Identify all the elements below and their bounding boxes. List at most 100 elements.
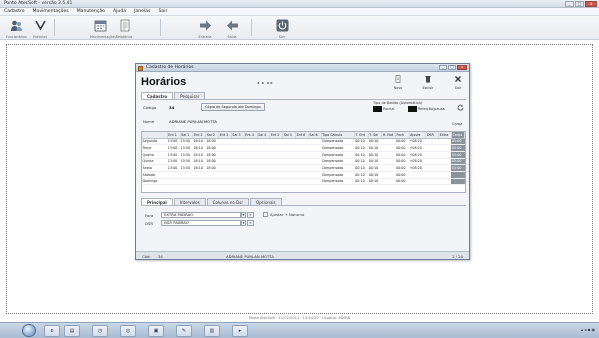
grid-cell[interactable] bbox=[308, 151, 322, 159]
dsr-dropdown-button[interactable]: ▾ bbox=[241, 220, 246, 226]
dialog-minimize-button[interactable]: _ bbox=[439, 65, 447, 70]
grid-cell[interactable] bbox=[438, 171, 452, 179]
toolbar-movimentacoes-button[interactable]: Movimentações bbox=[90, 19, 116, 39]
grid-cell[interactable]: 18:00 bbox=[205, 144, 219, 152]
grid-cell[interactable]: 16:10 bbox=[192, 164, 206, 172]
grid-cell[interactable] bbox=[167, 178, 181, 186]
grid-cell[interactable] bbox=[269, 138, 283, 146]
grid-cell[interactable] bbox=[282, 138, 296, 146]
grid-cell[interactable] bbox=[244, 158, 258, 166]
grid-cell[interactable]: 15:50 bbox=[180, 144, 193, 152]
ajustar-noturno-checkbox[interactable] bbox=[263, 212, 268, 217]
grid-cell[interactable] bbox=[409, 171, 426, 179]
grid-cell[interactable] bbox=[308, 138, 322, 146]
toolbar-relatorios-button[interactable]: Relatórios bbox=[114, 19, 134, 39]
grid-cell[interactable]: Compensado bbox=[321, 171, 355, 179]
grid-cell[interactable] bbox=[381, 151, 396, 159]
grid-cell[interactable]: 00:00 bbox=[395, 164, 410, 172]
grid-cell[interactable] bbox=[167, 171, 181, 179]
grid-cell[interactable] bbox=[269, 158, 283, 166]
grid-cell[interactable] bbox=[381, 164, 396, 172]
grid-day-cell[interactable]: Terça bbox=[142, 144, 168, 152]
grid-day-cell[interactable]: Quarta bbox=[142, 151, 168, 159]
grid-cell[interactable] bbox=[425, 164, 439, 172]
menu-ajuda[interactable]: Ajuda bbox=[113, 9, 126, 14]
toolbar-entrada-button[interactable]: Entrada bbox=[195, 19, 215, 39]
grid-cell[interactable] bbox=[425, 144, 439, 152]
grid-cell[interactable]: 00:10 bbox=[354, 178, 369, 186]
tab-colunas-dsr[interactable]: Colunas no Dsr bbox=[206, 198, 249, 205]
grid-cell[interactable]: +08:20 bbox=[409, 164, 426, 172]
grid-cell[interactable] bbox=[257, 158, 270, 166]
grid-cell[interactable] bbox=[244, 178, 258, 186]
grid-cell[interactable] bbox=[218, 171, 232, 179]
grid-cell[interactable] bbox=[381, 171, 396, 179]
grid-cell[interactable]: 00:10 bbox=[354, 151, 369, 159]
taskbar-ie-button[interactable]: e bbox=[44, 325, 60, 337]
grid-cell[interactable] bbox=[180, 171, 193, 179]
grid-cell[interactable]: 18:00 bbox=[205, 164, 219, 172]
grid-cell[interactable] bbox=[244, 171, 258, 179]
grid-cell[interactable] bbox=[295, 178, 309, 186]
grid-cell[interactable] bbox=[257, 144, 270, 152]
grid-cell[interactable]: 00:10 bbox=[368, 151, 382, 159]
grid-cell[interactable]: 00:10 bbox=[354, 158, 369, 166]
grid-cell[interactable] bbox=[308, 178, 322, 186]
grid-cell[interactable]: +08:20 bbox=[409, 138, 426, 146]
grid-row[interactable]: Segunda 13:00 15:50 16:10 18:00 Compensado 00:… bbox=[142, 138, 465, 146]
grid-cell[interactable]: 13:00 bbox=[167, 138, 181, 146]
dialog-close-button[interactable]: x bbox=[457, 65, 467, 70]
grid-cell[interactable] bbox=[425, 178, 439, 186]
grid-day-cell[interactable]: Sexta bbox=[142, 164, 168, 172]
grid-cell[interactable] bbox=[451, 178, 465, 186]
grid-day-cell[interactable]: Segunda bbox=[142, 138, 168, 146]
grid-cell[interactable]: Compensado bbox=[321, 158, 355, 166]
grid-day-cell[interactable]: Quinta bbox=[142, 158, 168, 166]
grid-day-cell[interactable]: Sábado bbox=[142, 171, 168, 179]
dsr-lookup-button[interactable]: » bbox=[247, 220, 254, 226]
grid-cell[interactable]: 13:00 bbox=[167, 164, 181, 172]
grid-cell[interactable]: 00:10 bbox=[354, 138, 369, 146]
toolbar-horarios-button[interactable]: Horários bbox=[30, 19, 50, 39]
grid-cell[interactable] bbox=[425, 158, 439, 166]
menu-manutencao[interactable]: Manutenção bbox=[77, 9, 105, 14]
grid-cell[interactable]: 13:00 bbox=[167, 144, 181, 152]
taskbar-app-button[interactable]: ▥ bbox=[204, 325, 220, 337]
grid-cell[interactable] bbox=[438, 164, 452, 172]
grid-cell[interactable] bbox=[295, 164, 309, 172]
codigo-value[interactable]: 34 bbox=[169, 105, 174, 110]
grid-cell[interactable]: 00:10 bbox=[354, 164, 369, 172]
novo-button[interactable]: Novo bbox=[391, 75, 405, 90]
fora-lookup-button[interactable]: » bbox=[247, 212, 254, 218]
grid-cell[interactable]: 00:10 bbox=[368, 144, 382, 152]
grid-cell[interactable] bbox=[269, 144, 283, 152]
menu-cadastro[interactable]: Cadastro bbox=[4, 9, 25, 14]
grid-cell[interactable] bbox=[180, 178, 193, 186]
grid-cell[interactable] bbox=[218, 151, 232, 159]
grid-cell[interactable] bbox=[409, 178, 426, 186]
grid-cell[interactable] bbox=[257, 151, 270, 159]
dsr-select[interactable]: DSR PADRÃO bbox=[161, 220, 241, 226]
grid-cell[interactable] bbox=[257, 164, 270, 172]
grid-cell[interactable]: 05:00 bbox=[451, 158, 465, 166]
taskbar-app-button[interactable]: ◎ bbox=[120, 325, 136, 337]
taskbar-app-button[interactable]: ▣ bbox=[148, 325, 164, 337]
grid-cell[interactable]: 00:00 bbox=[395, 178, 410, 186]
grid-cell[interactable]: 00:00 bbox=[395, 144, 410, 152]
grid-cell[interactable] bbox=[308, 158, 322, 166]
fora-select[interactable]: EXTRA PADRÃO bbox=[161, 212, 241, 218]
grid-cell[interactable] bbox=[282, 144, 296, 152]
grid-cell[interactable]: 15:50 bbox=[180, 138, 193, 146]
grid-cell[interactable] bbox=[218, 158, 232, 166]
grid-cell[interactable] bbox=[425, 151, 439, 159]
grid-cell[interactable] bbox=[231, 138, 245, 146]
excluir-button[interactable]: Excluir bbox=[421, 75, 435, 90]
grid-cell[interactable] bbox=[269, 164, 283, 172]
grid-cell[interactable]: 18:00 bbox=[205, 138, 219, 146]
grid-cell[interactable] bbox=[218, 138, 232, 146]
grid-cell[interactable] bbox=[295, 158, 309, 166]
grid-cell[interactable]: 00:00 bbox=[395, 158, 410, 166]
grid-row[interactable]: Terça 13:00 15:50 16:10 18:00 Compensado 00:10… bbox=[142, 144, 465, 152]
grid-cell[interactable]: 00:10 bbox=[368, 158, 382, 166]
grid-cell[interactable] bbox=[231, 171, 245, 179]
